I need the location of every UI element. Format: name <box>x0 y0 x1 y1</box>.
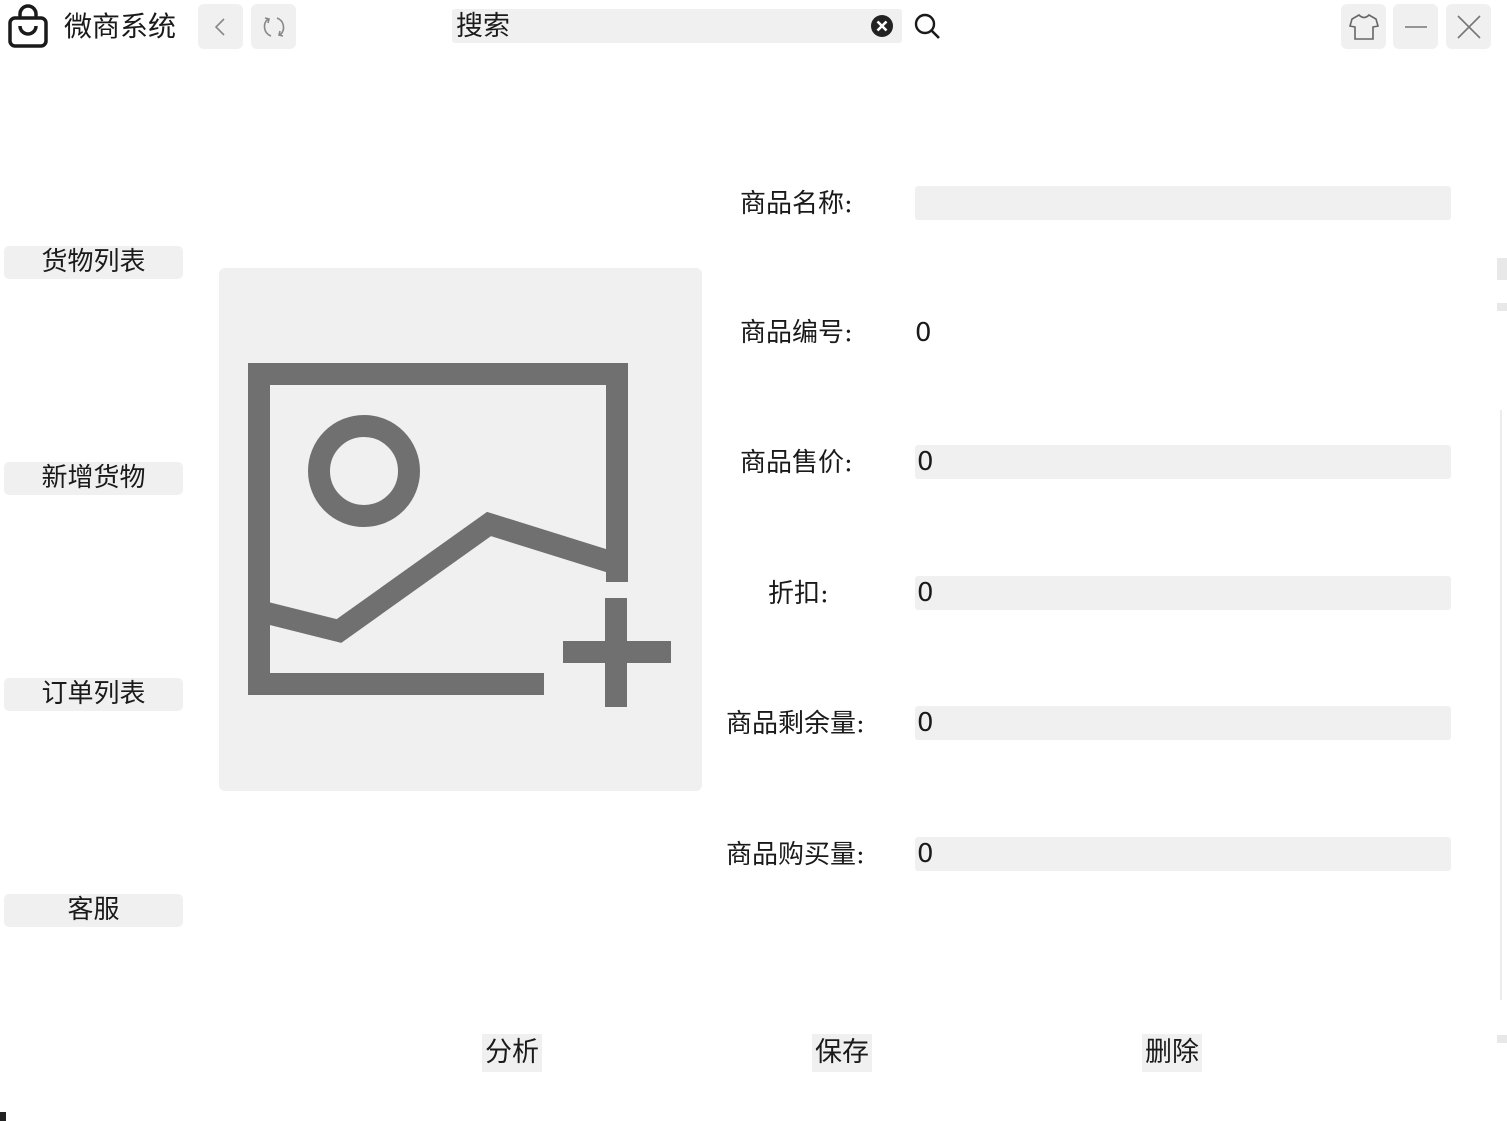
refresh-button[interactable] <box>251 4 296 49</box>
discount-label: 折扣: <box>768 579 829 609</box>
offscreen-panel-divider <box>1500 410 1502 1000</box>
analyze-button[interactable]: 分析 <box>482 1034 542 1072</box>
shirt-icon <box>1348 13 1379 40</box>
minimize-button[interactable] <box>1393 4 1438 49</box>
product-price-field[interactable] <box>915 445 1451 479</box>
search-icon <box>914 13 940 39</box>
stock-remaining-field[interactable] <box>915 706 1451 740</box>
sidebar-item-label: 订单列表 <box>41 679 146 709</box>
purchase-quantity-field[interactable] <box>915 837 1451 871</box>
offscreen-panel-fragment <box>1497 1035 1507 1043</box>
product-name-label: 商品名称: <box>740 189 853 219</box>
save-button[interactable]: 保存 <box>812 1034 872 1072</box>
refresh-icon <box>263 16 284 37</box>
clear-circle-icon <box>871 15 893 37</box>
close-icon <box>1456 14 1481 39</box>
stock-remaining-label: 商品剩余量: <box>726 709 865 739</box>
chevron-left-icon <box>214 17 225 36</box>
product-name-field[interactable] <box>915 186 1451 220</box>
offscreen-panel-fragment <box>1497 258 1507 280</box>
close-button[interactable] <box>1446 4 1491 49</box>
minimize-icon <box>1404 25 1427 28</box>
purchase-quantity-label: 商品购买量: <box>726 840 865 870</box>
delete-button[interactable]: 删除 <box>1142 1034 1202 1072</box>
sidebar-item-label: 货物列表 <box>41 247 146 277</box>
window-corner-mark <box>0 1112 6 1121</box>
sidebar-item-customer-service[interactable]: 客服 <box>4 894 183 927</box>
product-price-label: 商品售价: <box>740 448 853 478</box>
discount-field[interactable] <box>915 576 1451 610</box>
add-image-icon <box>248 363 671 707</box>
search-button[interactable] <box>910 9 944 43</box>
search-box <box>452 9 902 43</box>
sidebar-item-order-list[interactable]: 订单列表 <box>4 678 183 711</box>
app-logo-bag-icon <box>2 2 54 52</box>
sidebar-item-label: 客服 <box>67 895 120 925</box>
app-title: 微商系统 <box>64 10 177 43</box>
product-image-upload[interactable] <box>219 268 702 791</box>
back-button[interactable] <box>198 4 243 49</box>
sidebar-item-label: 新增货物 <box>41 463 146 493</box>
skin-button[interactable] <box>1341 4 1386 49</box>
product-number-value: 0 <box>915 318 932 348</box>
product-number-label: 商品编号: <box>740 318 853 348</box>
search-input[interactable] <box>456 9 856 43</box>
sidebar-item-add-goods[interactable]: 新增货物 <box>4 462 183 495</box>
offscreen-panel-fragment <box>1497 303 1507 311</box>
clear-search-button[interactable] <box>870 14 894 38</box>
sidebar-item-goods-list[interactable]: 货物列表 <box>4 246 183 279</box>
